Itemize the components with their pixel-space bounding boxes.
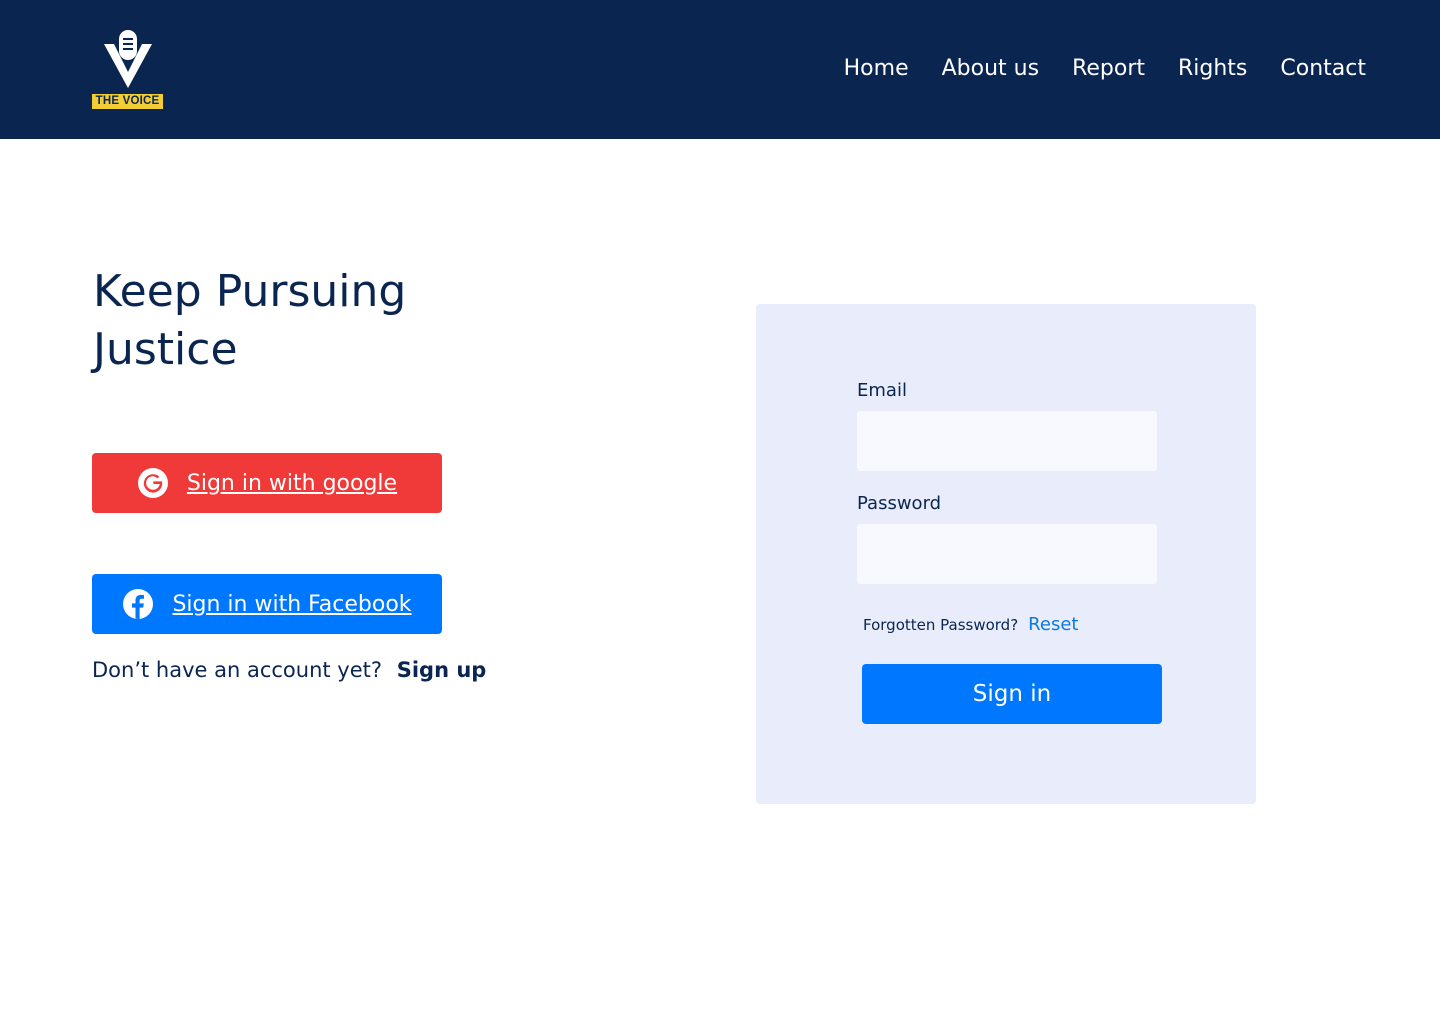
signup-prompt-text: Don’t have an account yet? [92,658,383,682]
password-label: Password [857,493,942,514]
nav-rights[interactable]: Rights [1178,52,1247,86]
nav-home[interactable]: Home [844,52,909,86]
forgot-password-row: Forgotten Password? Reset [863,614,1078,635]
google-signin-label: Sign in with google [186,470,398,496]
google-icon [137,467,169,499]
email-label: Email [857,380,907,401]
sign-in-button[interactable]: Sign in [862,664,1162,724]
top-navbar: THE VOICE Home About us Report Rights Co… [0,0,1440,139]
reset-password-link[interactable]: Reset [1028,614,1078,635]
the-voice-logo[interactable]: THE VOICE [92,30,164,110]
nav-about-us[interactable]: About us [942,52,1039,86]
facebook-signin-label: Sign in with Facebook [172,591,412,617]
google-signin-button[interactable]: Sign in with google [92,453,442,513]
login-card: Email Password Forgotten Password? Reset… [756,304,1256,804]
nav-report[interactable]: Report [1072,52,1145,86]
email-field[interactable] [857,411,1157,471]
facebook-icon [122,588,154,620]
main-nav: Home About us Report Rights Contact [844,52,1366,86]
logo-label: THE VOICE [92,94,163,109]
facebook-signin-button[interactable]: Sign in with Facebook [92,574,442,634]
page-title: Keep Pursuing Justice [93,266,407,375]
microphone-logo-icon [104,30,152,88]
nav-contact[interactable]: Contact [1280,52,1366,86]
signup-prompt-row: Don’t have an account yet? Sign up [92,654,486,686]
signup-link[interactable]: Sign up [397,658,487,682]
forgot-password-text: Forgotten Password? [863,616,1019,634]
password-field[interactable] [857,524,1157,584]
